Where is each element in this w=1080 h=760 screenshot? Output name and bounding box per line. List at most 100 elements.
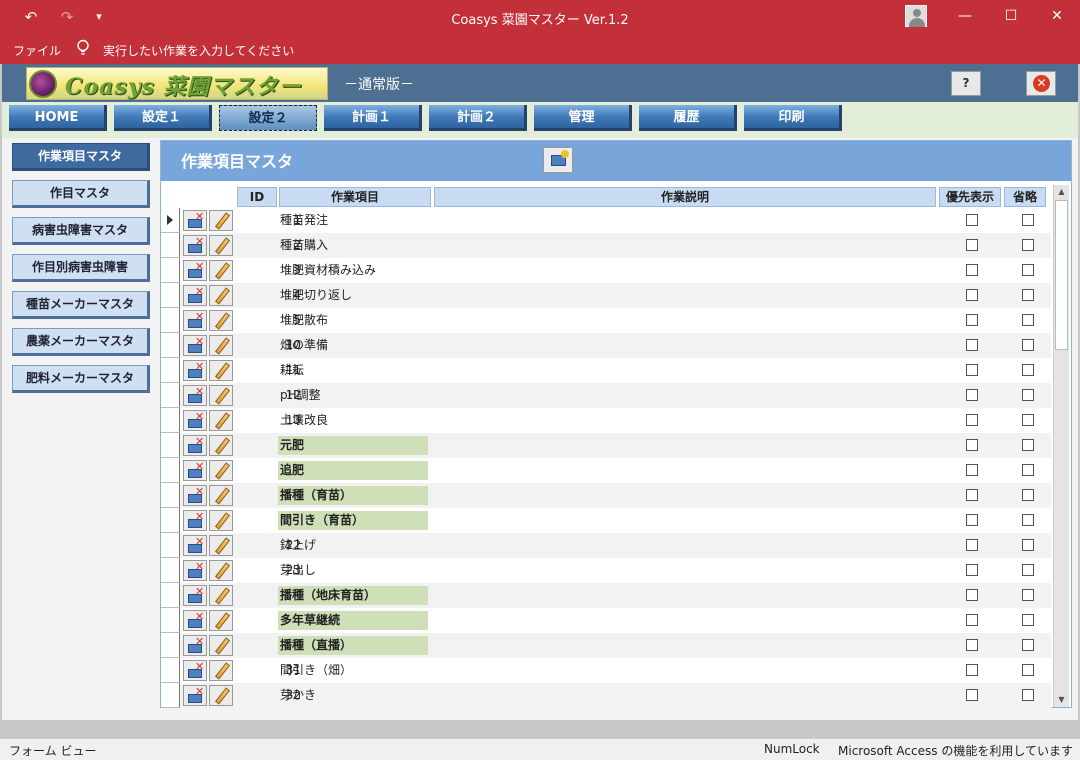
edit-record-button[interactable]	[209, 585, 233, 606]
delete-record-button[interactable]: ✕	[183, 635, 207, 656]
delete-record-button[interactable]: ✕	[183, 360, 207, 381]
row-work-item[interactable]: 畑の準備	[278, 336, 428, 355]
priority-checkbox[interactable]	[966, 439, 978, 451]
record-selector[interactable]	[161, 558, 180, 583]
table-row[interactable]: ✕ 5 堆肥散布	[161, 308, 1051, 333]
row-work-item[interactable]: 土壌改良	[278, 411, 428, 430]
scroll-up-icon[interactable]: ▲	[1054, 185, 1069, 199]
omit-checkbox[interactable]	[1022, 289, 1034, 301]
table-row[interactable]: ✕15追肥	[161, 458, 1051, 483]
priority-checkbox[interactable]	[966, 564, 978, 576]
table-row[interactable]: ✕30播種（直播）	[161, 633, 1051, 658]
edit-record-button[interactable]	[209, 660, 233, 681]
edit-record-button[interactable]	[209, 560, 233, 581]
row-work-item[interactable]: 堆肥切り返し	[278, 286, 428, 305]
user-account-icon[interactable]	[905, 5, 927, 27]
priority-checkbox[interactable]	[966, 339, 978, 351]
tab-plan-1[interactable]: 計画１	[324, 105, 422, 131]
omit-checkbox[interactable]	[1022, 464, 1034, 476]
delete-record-button[interactable]: ✕	[183, 510, 207, 531]
edit-record-button[interactable]	[209, 635, 233, 656]
table-row[interactable]: ✕26多年草継続	[161, 608, 1051, 633]
scroll-thumb[interactable]	[1055, 200, 1068, 350]
delete-record-button[interactable]: ✕	[183, 335, 207, 356]
omit-checkbox[interactable]	[1022, 639, 1034, 651]
edit-record-button[interactable]	[209, 385, 233, 406]
app-close-button[interactable]: ✕	[1026, 71, 1056, 96]
sidebar-item-pests[interactable]: 病害虫障害マスタ	[12, 217, 150, 245]
table-row[interactable]: ✕ 2 種苗購入	[161, 233, 1051, 258]
edit-record-button[interactable]	[209, 310, 233, 331]
omit-checkbox[interactable]	[1022, 589, 1034, 601]
priority-checkbox[interactable]	[966, 489, 978, 501]
priority-checkbox[interactable]	[966, 514, 978, 526]
record-selector[interactable]	[161, 483, 180, 508]
omit-checkbox[interactable]	[1022, 489, 1034, 501]
omit-checkbox[interactable]	[1022, 664, 1034, 676]
sidebar-item-seed-makers[interactable]: 種苗メーカーマスタ	[12, 291, 150, 319]
priority-checkbox[interactable]	[966, 414, 978, 426]
sidebar-item-work-items[interactable]: 作業項目マスタ	[12, 143, 150, 171]
record-selector[interactable]	[161, 633, 180, 658]
omit-checkbox[interactable]	[1022, 314, 1034, 326]
priority-checkbox[interactable]	[966, 664, 978, 676]
delete-record-button[interactable]: ✕	[183, 310, 207, 331]
maximize-button[interactable]: ☐	[988, 0, 1034, 32]
row-work-item[interactable]: 間引き（育苗）	[278, 511, 428, 530]
priority-checkbox[interactable]	[966, 214, 978, 226]
row-work-item[interactable]: 多年草継続	[278, 611, 428, 630]
row-work-item[interactable]: pH調整	[278, 386, 428, 405]
omit-checkbox[interactable]	[1022, 539, 1034, 551]
record-selector[interactable]	[161, 458, 180, 483]
sidebar-item-fertilizer-makers[interactable]: 肥料メーカーマスタ	[12, 365, 150, 393]
row-work-item[interactable]: 耕耘	[278, 361, 428, 380]
omit-checkbox[interactable]	[1022, 689, 1034, 701]
record-selector[interactable]	[161, 583, 180, 608]
table-row[interactable]: ✕ 11 耕耘	[161, 358, 1051, 383]
row-work-item[interactable]: 間引き（畑）	[278, 661, 428, 680]
edit-record-button[interactable]	[209, 510, 233, 531]
sidebar-item-crop-pests[interactable]: 作目別病害虫障害	[12, 254, 150, 282]
record-selector[interactable]	[161, 358, 180, 383]
tab-settings-2[interactable]: 設定２	[219, 105, 317, 131]
table-row[interactable]: ✕ 3 堆肥資材積み込み	[161, 258, 1051, 283]
vertical-scrollbar[interactable]: ▲ ▼	[1053, 185, 1069, 707]
record-selector[interactable]	[161, 383, 180, 408]
row-work-item[interactable]: 芽出し	[278, 561, 428, 580]
delete-record-button[interactable]: ✕	[183, 685, 207, 706]
table-row[interactable]: ✕ 23 芽出し	[161, 558, 1051, 583]
sidebar-item-crops[interactable]: 作目マスタ	[12, 180, 150, 208]
omit-checkbox[interactable]	[1022, 439, 1034, 451]
edit-record-button[interactable]	[209, 210, 233, 231]
edit-record-button[interactable]	[209, 335, 233, 356]
record-selector[interactable]	[161, 683, 180, 708]
priority-checkbox[interactable]	[966, 639, 978, 651]
omit-checkbox[interactable]	[1022, 239, 1034, 251]
delete-record-button[interactable]: ✕	[183, 610, 207, 631]
priority-checkbox[interactable]	[966, 289, 978, 301]
table-row[interactable]: ✕14元肥	[161, 433, 1051, 458]
new-record-button[interactable]	[543, 147, 573, 173]
omit-checkbox[interactable]	[1022, 514, 1034, 526]
tab-plan-2[interactable]: 計画２	[429, 105, 527, 131]
delete-record-button[interactable]: ✕	[183, 285, 207, 306]
row-work-item[interactable]: 堆肥散布	[278, 311, 428, 330]
priority-checkbox[interactable]	[966, 364, 978, 376]
scroll-down-icon[interactable]: ▼	[1054, 693, 1069, 707]
row-work-item[interactable]: 播種（直播）	[278, 636, 428, 655]
row-work-item[interactable]: 播種（地床育苗）	[278, 586, 428, 605]
window-close-button[interactable]: ✕	[1034, 0, 1080, 32]
tab-home[interactable]: HOME	[9, 105, 107, 131]
edit-record-button[interactable]	[209, 610, 233, 631]
omit-checkbox[interactable]	[1022, 339, 1034, 351]
table-row[interactable]: ✕ 12 pH調整	[161, 383, 1051, 408]
tell-me-search[interactable]: 実行したい作業を入力してください	[103, 42, 294, 59]
record-selector[interactable]	[161, 233, 180, 258]
tab-history[interactable]: 履歴	[639, 105, 737, 131]
record-selector[interactable]	[161, 208, 180, 233]
omit-checkbox[interactable]	[1022, 564, 1034, 576]
row-work-item[interactable]: 種苗購入	[278, 236, 428, 255]
row-work-item[interactable]: 芽かき	[278, 686, 428, 705]
table-row[interactable]: ✕ 1 種苗発注	[161, 208, 1051, 233]
priority-checkbox[interactable]	[966, 239, 978, 251]
